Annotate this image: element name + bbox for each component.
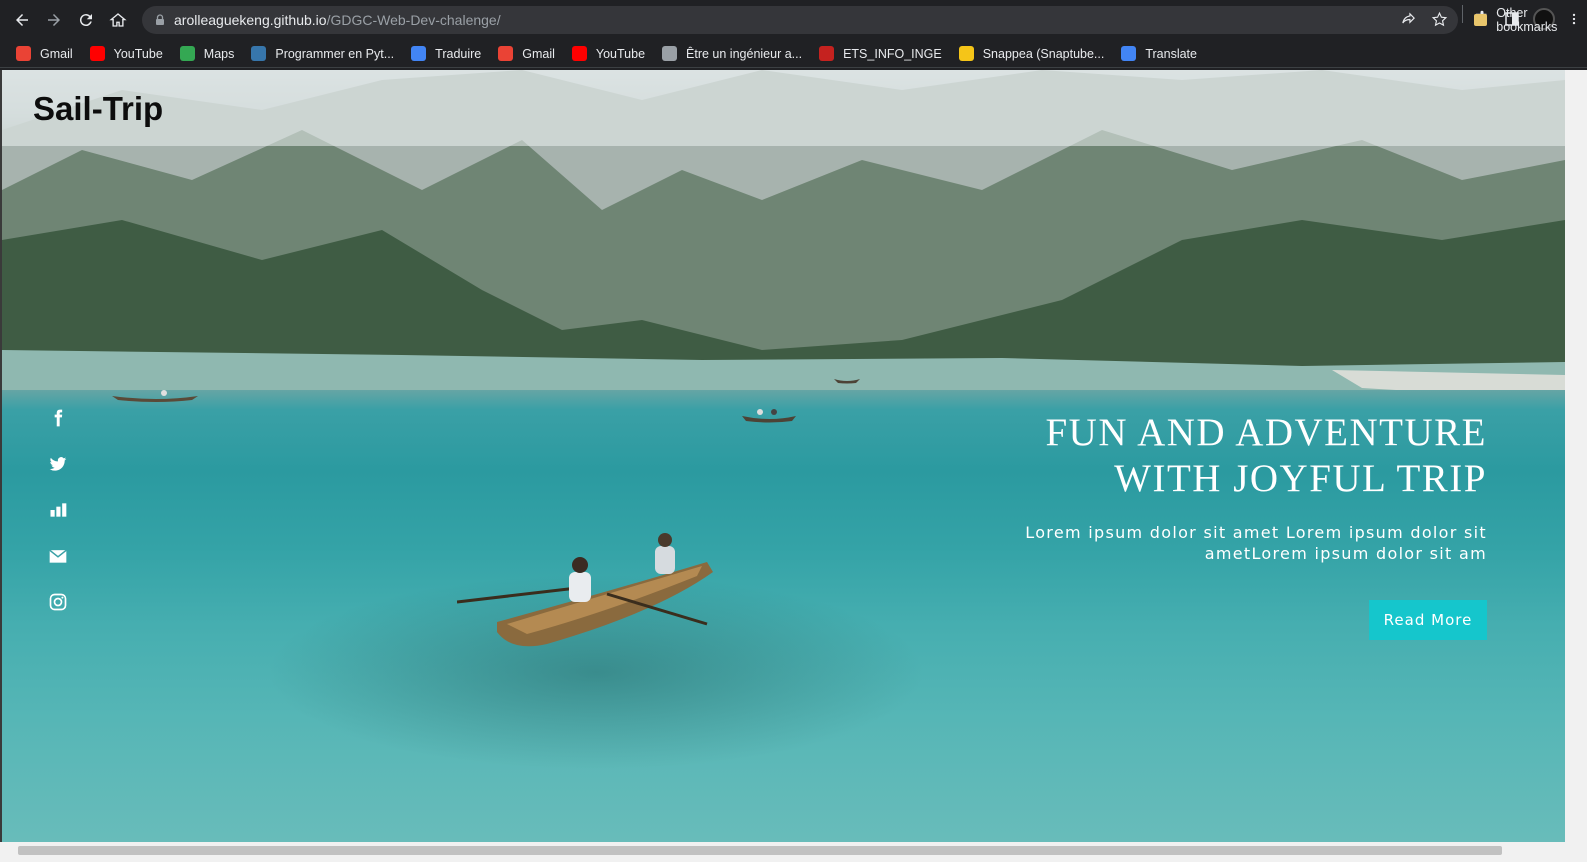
site-header: Sail-Trip [2,70,1565,146]
bookmark-label: Gmail [522,46,555,61]
bookmark-item[interactable]: Maps [179,46,235,61]
hero-subtext: Lorem ipsum dolor sit amet Lorem ipsum d… [927,522,1487,564]
distant-boat [834,379,860,384]
bookmark-item[interactable]: Translate [1121,46,1197,61]
snappea-icon [958,46,974,61]
bookmark-item[interactable]: YouTube [89,46,163,61]
bookmark-item[interactable]: Gmail [16,46,73,61]
bookmark-label: Maps [203,46,235,61]
bookmark-label: Être un ingénieur a... [686,46,803,61]
wordpress-icon [662,46,678,61]
gmail-icon [819,46,835,61]
horizontal-scrollbar[interactable] [0,842,1587,862]
forward-button[interactable] [40,6,68,34]
mail-icon [49,549,67,563]
bookmark-item[interactable]: Être un ingénieur a... [662,46,802,61]
back-arrow-icon [16,14,28,26]
facebook-link[interactable] [48,408,68,428]
twitter-link[interactable] [48,454,68,474]
vertical-scrollbar[interactable] [1565,70,1587,842]
hero-headline: FUN AND ADVENTURE WITH JOYFUL TRIP [927,410,1487,502]
instagram-icon [49,593,67,611]
translate-icon [1121,46,1137,61]
star-bookmark-icon[interactable] [1431,11,1448,28]
other-bookmarks[interactable]: Other bookmarks [1474,6,1587,34]
bookmark-item[interactable]: Snappea (Snaptube... [958,46,1105,61]
stats-link[interactable] [48,500,68,520]
horizontal-scrollbar-thumb[interactable] [18,846,1502,855]
lock-icon [156,14,164,25]
reload-button[interactable] [72,6,100,34]
back-button[interactable] [8,6,36,34]
read-more-button[interactable]: Read More [1369,600,1487,640]
facebook-icon [54,409,63,427]
bookmark-label: Translate [1145,46,1197,61]
hero-subtext-line-2: ametLorem ipsum dolor sit am [1204,544,1487,563]
maps-icon [179,46,195,61]
hero-text-block: FUN AND ADVENTURE WITH JOYFUL TRIP Lorem… [927,410,1487,564]
gmail-icon [498,46,514,61]
mail-link[interactable] [48,546,68,566]
social-links [48,408,68,612]
bookmark-label: Snappea (Snaptube... [982,46,1105,61]
home-icon [109,13,127,27]
stats-icon [50,503,67,517]
hero-subtext-line-1: Lorem ipsum dolor sit amet Lorem ipsum d… [1025,523,1487,542]
home-button[interactable] [104,6,132,34]
url-host: arolleaguekeng.github.io [174,12,327,28]
site-logo[interactable]: Sail-Trip [33,90,163,128]
url-path: /GDGC-Web-Dev-chalenge/ [326,12,501,28]
bookmarks-separator [1462,5,1463,23]
bookmark-item[interactable]: ETS_INFO_INGE [819,46,942,61]
page-viewport: Sail-Trip FUN AND ADVENTURE WITH JOYFUL … [2,70,1565,842]
bookmark-item[interactable]: Programmer en Pyt... [251,46,394,61]
distant-boat [742,409,796,423]
bookmark-label: Programmer en Pyt... [275,46,395,61]
youtube-icon [89,46,105,61]
bookmark-label: YouTube [595,46,646,61]
python-icon [251,46,267,61]
bookmark-item[interactable]: YouTube [571,46,646,61]
gmail-icon [16,46,31,61]
bookmark-item[interactable]: Gmail [498,46,555,61]
hero-headline-line-1: FUN AND ADVENTURE [1045,411,1487,454]
bookmark-label: Traduire [435,46,482,61]
bookmark-label: YouTube [113,46,163,61]
hero-headline-line-2: WITH JOYFUL TRIP [1114,457,1487,500]
forward-arrow-icon [48,14,60,26]
bookmark-label: Gmail [40,46,73,61]
address-bar[interactable]: arolleaguekeng.github.io/GDGC-Web-Dev-ch… [142,6,1458,34]
bookmarks-bar: Gmail YouTube Maps Programmer en Pyt... Trad… [0,40,1587,68]
bookmark-label: ETS_INFO_INGE [843,46,942,61]
instagram-link[interactable] [48,592,68,612]
folder-icon [1474,14,1488,26]
distant-boat [112,390,198,402]
translate-icon [411,46,427,61]
twitter-icon [49,457,67,471]
youtube-icon [571,46,587,61]
share-icon[interactable] [1400,11,1417,28]
other-bookmarks-label: Other bookmarks [1496,6,1558,34]
reload-icon [79,14,92,27]
rowboat-with-people [457,533,713,647]
bookmark-item[interactable]: Traduire [411,46,481,61]
